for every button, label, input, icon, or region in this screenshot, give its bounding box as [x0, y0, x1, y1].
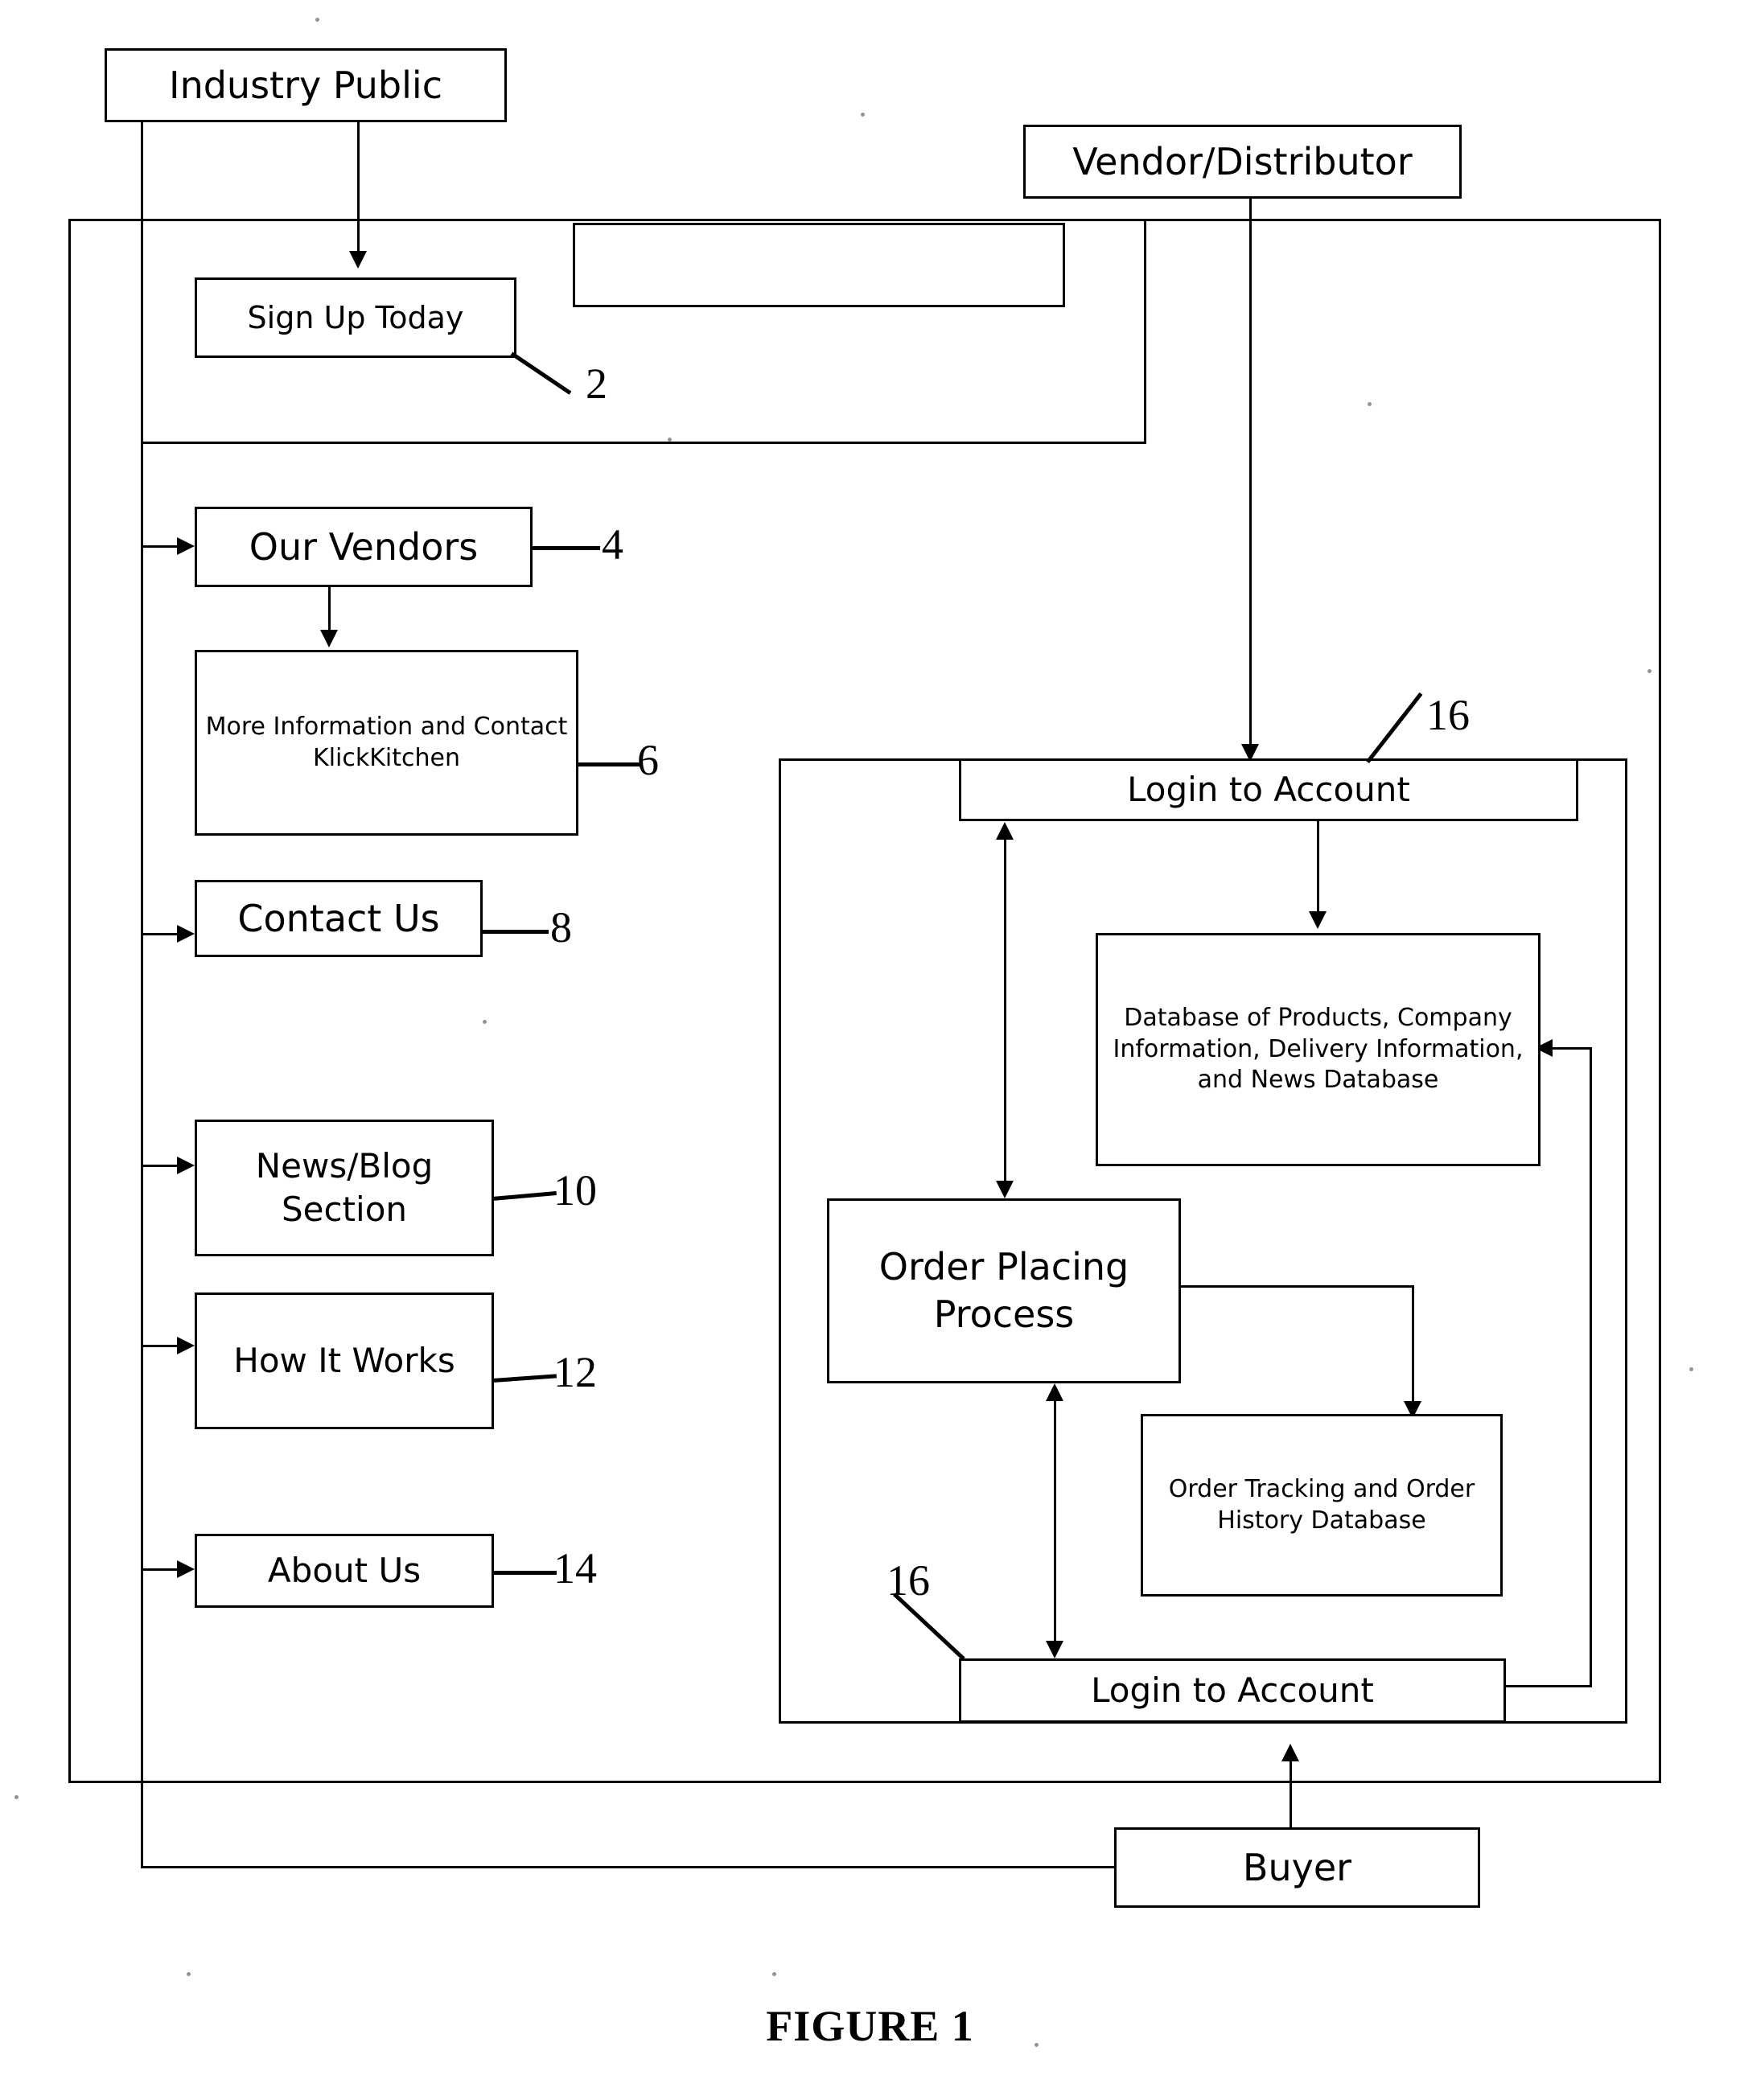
node-more-information-label: More Information and Contact KlickKitche… [205, 713, 568, 772]
node-about-us[interactable]: About Us [195, 1534, 494, 1608]
connector-loginbottom-feedback-v [1590, 1047, 1592, 1687]
node-our-vendors-label: Our Vendors [249, 524, 479, 569]
arrowhead-vendors-to-moreinfo [320, 630, 338, 647]
leader-line-6 [578, 762, 640, 766]
connector-loginbottom-feedback-h2 [1553, 1047, 1592, 1050]
scan-speckle [14, 1795, 19, 1799]
connector-spine-to-contact-us [141, 933, 179, 935]
arrowhead-to-about-us [177, 1560, 195, 1578]
connector-vendor-to-login [1249, 199, 1252, 754]
figure-caption: FIGURE 1 [766, 2002, 974, 2050]
leader-line-8 [481, 930, 549, 934]
scan-speckle [315, 18, 319, 22]
connector-loginbottom-feedback-h1 [1503, 1685, 1592, 1687]
connector-vendors-to-moreinfo [328, 587, 331, 631]
arrowhead-login-to-database [1309, 911, 1327, 929]
refnum-2: 2 [586, 360, 607, 408]
scan-speckle [1689, 1367, 1693, 1371]
scan-speckle [861, 113, 865, 117]
connector-buyer-to-spine [141, 1866, 1116, 1868]
connector-industry-to-signup [357, 122, 360, 255]
refnum-14: 14 [553, 1544, 597, 1592]
node-industry-public-label: Industry Public [169, 63, 442, 107]
node-vendor-distributor[interactable]: Vendor/Distributor [1023, 125, 1462, 199]
arrowhead-buyer-to-loginbottom [1281, 1744, 1299, 1761]
refnum-10: 10 [553, 1166, 597, 1214]
node-vendor-distributor-label: Vendor/Distributor [1072, 139, 1413, 183]
arrowhead-to-how-it-works [177, 1337, 195, 1354]
node-products-database-label: Database of Products, Company Informatio… [1113, 1004, 1524, 1095]
leader-line-4 [531, 546, 600, 550]
refnum-16-top: 16 [1426, 691, 1470, 739]
scan-speckle [668, 438, 672, 442]
node-order-placing[interactable]: Order Placing Process [827, 1198, 1181, 1383]
connector-orderplacing-to-tracking-h [1181, 1285, 1414, 1288]
arrowhead-industry-to-signup [349, 251, 367, 269]
scan-speckle [187, 1972, 191, 1976]
node-our-vendors[interactable]: Our Vendors [195, 507, 533, 587]
arrowhead-login-to-orderplacing [996, 1181, 1014, 1198]
refnum-8: 8 [550, 903, 572, 951]
connector-spine-to-our-vendors [141, 545, 179, 548]
connector-orderplacing-to-tracking-v [1412, 1285, 1414, 1406]
node-login-bottom[interactable]: Login to Account [959, 1658, 1506, 1723]
node-sign-up-today-label: Sign Up Today [247, 299, 464, 335]
refnum-16-bottom: 16 [886, 1556, 930, 1605]
connector-spine-to-about-us [141, 1568, 179, 1571]
arrowhead-to-news-blog [177, 1157, 195, 1174]
node-news-blog-label: News/Blog Section [255, 1146, 434, 1229]
node-login-top[interactable]: Login to Account [959, 758, 1578, 821]
node-login-top-label: Login to Account [1127, 770, 1410, 810]
connector-buyer-to-loginbottom [1290, 1749, 1292, 1830]
scan-speckle [772, 1972, 776, 1976]
node-sign-up-today[interactable]: Sign Up Today [195, 277, 516, 358]
arrowhead-orderplacing-to-loginbottom [1046, 1641, 1063, 1658]
node-order-placing-label: Order Placing Process [878, 1245, 1129, 1336]
refnum-6: 6 [637, 736, 659, 784]
connector-orderplacing-loginbottom [1054, 1390, 1056, 1651]
arrowhead-to-contact-us [177, 925, 195, 943]
arrowhead-to-our-vendors [177, 537, 195, 555]
connector-industry-to-sidebar [141, 122, 143, 1868]
blank-region-rect [573, 223, 1065, 307]
node-products-database[interactable]: Database of Products, Company Informatio… [1096, 933, 1540, 1166]
node-order-tracking[interactable]: Order Tracking and Order History Databas… [1141, 1414, 1503, 1597]
node-buyer[interactable]: Buyer [1114, 1827, 1480, 1908]
patent-figure-canvas: Industry Public Vendor/Distributor Sign … [0, 0, 1740, 2100]
arrowhead-orderplacing-to-login [996, 822, 1014, 840]
arrowhead-loginbottom-to-orderplacing [1046, 1383, 1063, 1401]
refnum-12: 12 [553, 1348, 597, 1396]
node-about-us-label: About Us [267, 1551, 422, 1591]
node-order-tracking-label: Order Tracking and Order History Databas… [1168, 1475, 1475, 1535]
scan-speckle [1368, 402, 1372, 406]
connector-spine-to-news-blog [141, 1165, 179, 1167]
node-how-it-works[interactable]: How It Works [195, 1292, 494, 1429]
leader-line-14 [492, 1571, 557, 1575]
scan-speckle [1647, 669, 1652, 673]
connector-login-to-database [1317, 821, 1319, 914]
connector-spine-to-how-it-works [141, 1345, 179, 1347]
node-contact-us-label: Contact Us [237, 896, 440, 940]
connector-login-orderplacing [1004, 828, 1006, 1192]
node-buyer-label: Buyer [1242, 1845, 1352, 1889]
node-how-it-works-label: How It Works [233, 1341, 455, 1381]
node-contact-us[interactable]: Contact Us [195, 880, 483, 957]
node-more-information[interactable]: More Information and Contact KlickKitche… [195, 650, 578, 836]
scan-speckle [483, 1020, 487, 1024]
node-news-blog[interactable]: News/Blog Section [195, 1120, 494, 1256]
refnum-4: 4 [602, 520, 623, 569]
node-login-bottom-label: Login to Account [1091, 1671, 1374, 1711]
node-industry-public[interactable]: Industry Public [105, 48, 507, 122]
